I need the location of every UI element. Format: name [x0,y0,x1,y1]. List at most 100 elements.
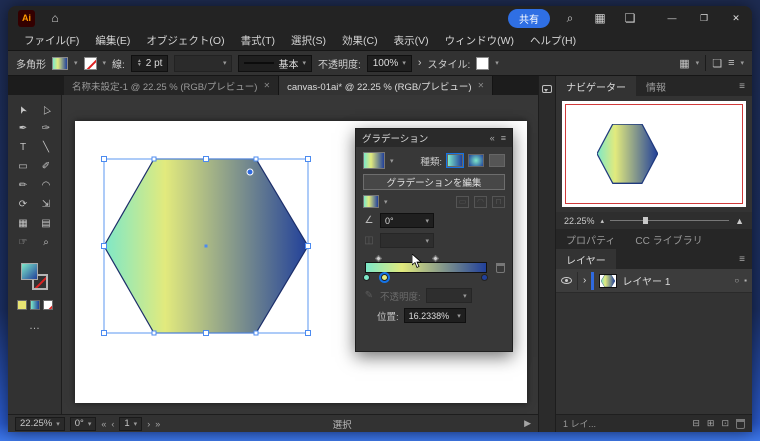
direct-selection-tool[interactable]: ▷ [36,101,56,118]
radial-gradient-icon[interactable] [468,154,484,167]
menu-select[interactable]: 選択(S) [283,33,334,48]
artboard-number-dropdown[interactable]: 1 ▾ [119,416,143,431]
layers-panel-menu-icon[interactable]: ≡ [732,249,752,269]
zoom-tool[interactable]: ⌕ [36,234,56,251]
new-sublayer-icon[interactable]: ⊞ [707,418,715,429]
navigator-zoom-value[interactable]: 22.25% [564,216,595,226]
tab-properties[interactable]: プロパティ [556,229,625,249]
zoom-dropdown[interactable]: 22.25% ▾ [15,416,65,431]
menu-view[interactable]: 表示(V) [386,33,437,48]
linear-gradient-icon[interactable] [446,153,464,168]
delete-layer-icon[interactable] [736,418,745,429]
expand-chevron-icon[interactable]: › [583,275,586,286]
gradient-midpoint[interactable] [432,254,440,263]
gradient-tool[interactable]: ▤ [36,215,56,232]
maximize-button[interactable]: ❐ [688,6,720,30]
navigator-preview[interactable] [562,101,746,207]
arrange-documents-icon[interactable]: ❏ [620,11,640,25]
gradient-midpoint[interactable] [374,254,382,263]
new-layer-icon[interactable]: ⊡ [721,418,729,429]
previous-artboard-icon[interactable]: ‹ [111,419,114,429]
gradient-stop-end[interactable] [481,274,488,281]
type-tool[interactable]: T [13,139,33,156]
stroke-weight-field[interactable]: ▲ ▼ 2 pt [130,54,169,72]
menu-help[interactable]: ヘルプ(H) [522,33,584,48]
zoom-out-icon[interactable]: ▴ [601,217,605,225]
freeform-gradient-icon[interactable] [489,154,505,167]
tab-close-icon[interactable]: ✕ [478,81,485,90]
gradient-thumb-caret-icon[interactable]: ▾ [390,157,394,165]
gradient-stroke-thumbnail[interactable] [363,195,379,208]
rotate-tool[interactable]: ⟳ [13,196,33,213]
gradient-button[interactable] [29,300,40,310]
panel-menu-icon[interactable]: ≡ [501,133,506,143]
style-swatch[interactable] [476,56,490,70]
minimize-button[interactable]: — [656,6,688,30]
workspace-switcher-icon[interactable]: ▦ [590,11,610,25]
none-button[interactable] [42,300,53,310]
stroke-weight-stepper[interactable]: ▲ ▼ [137,59,142,68]
tab-cc-libraries[interactable]: CC ライブラリ [625,229,712,249]
mesh-tool[interactable]: ▦ [13,215,33,232]
tab-layers[interactable]: レイヤー [556,249,616,269]
make-mask-icon[interactable]: ⊟ [692,418,700,429]
search-icon[interactable]: ⌕ [560,11,580,26]
gradient-angle-field[interactable]: 0° ▾ [380,213,434,228]
status-expand-icon[interactable]: ▶ [524,418,531,429]
fill-caret-icon[interactable]: ▾ [74,59,78,67]
gradient-stop-start[interactable] [363,274,370,281]
navigator-zoom-slider[interactable] [610,217,730,224]
menu-file[interactable]: ファイル(F) [16,33,87,48]
pen-tool[interactable]: ✒ [13,120,33,137]
zoom-in-icon[interactable]: ▲ [735,216,744,226]
document-setup-icon[interactable]: ▦ [679,57,689,70]
rotation-dropdown[interactable]: 0° ▾ [69,416,97,431]
edit-gradient-button[interactable]: グラデーションを編集 [363,174,505,190]
next-artboard-icon[interactable]: › [147,419,150,429]
tab-info[interactable]: 情報 [636,76,676,96]
share-button[interactable]: 共有 [508,8,550,28]
zoom-slider-thumb[interactable] [643,217,649,224]
gradient-ramp[interactable] [365,262,487,273]
hand-tool[interactable]: ☞ [13,234,33,251]
panel-options-icon[interactable]: ≡ [728,57,734,69]
fill-stroke-indicator[interactable] [21,263,48,290]
document-tab-canvas01[interactable]: canvas-01ai* @ 22.25 % (RGB/プレビュー) ✕ [279,76,494,95]
menu-type[interactable]: 書式(T) [233,33,283,48]
stroke-caret-icon[interactable]: ▾ [103,59,107,67]
visibility-eye-icon[interactable] [561,277,572,284]
comment-icon[interactable] [542,85,552,93]
close-button[interactable]: ✕ [720,6,752,30]
collapse-panel-icon[interactable]: « [490,133,495,143]
opacity-field[interactable]: 100% ▾ [366,54,412,72]
fill-color-swatch[interactable] [52,56,68,70]
paintbrush-tool[interactable]: ✐ [36,158,56,175]
stroke-color-swatch[interactable] [83,56,97,70]
fill-indicator[interactable] [21,263,38,280]
preferences-icon[interactable]: ❏ [712,57,722,70]
gradient-fill-thumbnail[interactable] [363,152,385,169]
last-artboard-icon[interactable]: » [155,419,160,429]
layer-thumbnail[interactable] [599,273,618,288]
menu-edit[interactable]: 編集(E) [87,33,138,48]
curvature-tool[interactable]: ✑ [36,120,56,137]
layer-target-icon[interactable]: ○ [734,276,739,285]
menu-effect[interactable]: 効果(C) [334,33,386,48]
line-segment-tool[interactable]: ╲ [36,139,56,156]
menu-window[interactable]: ウィンドウ(W) [437,33,522,48]
shaper-tool[interactable]: ◠ [36,177,56,194]
selection-tool[interactable]: ➤ [13,101,33,118]
opacity-chevron-icon[interactable]: › [418,57,422,69]
canvas[interactable]: グラデーション « ≡ ▾ 種類: グラデーションを編集 ▾ ▭ ◠ ⊓ ∠ 0… [62,95,538,414]
gradient-panel-header[interactable]: グラデーション « ≡ [356,129,512,147]
tab-navigator[interactable]: ナビゲーター [556,76,636,96]
layer-name[interactable]: レイヤー 1 [622,273,670,288]
scale-tool[interactable]: ⇲ [36,196,56,213]
gradient-stop-selected[interactable] [380,274,388,281]
brush-definition-dropdown[interactable]: 基本 ▾ [238,54,312,72]
document-tab-untitled[interactable]: 名称未設定-1 @ 22.25 % (RGB/プレビュー) ✕ [64,76,280,95]
rectangle-tool[interactable]: ▭ [13,158,33,175]
gradient-slider[interactable] [363,253,491,283]
style-caret-icon[interactable]: ▾ [495,59,499,67]
color-button[interactable] [16,300,27,310]
